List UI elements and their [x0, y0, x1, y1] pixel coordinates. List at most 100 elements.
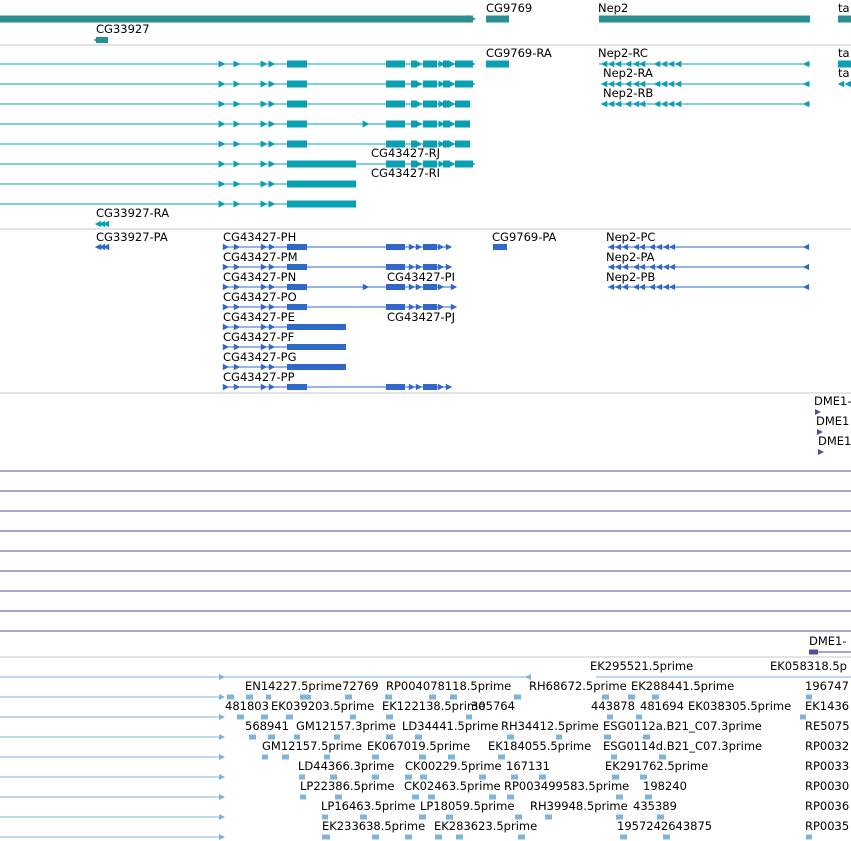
alignment-block [809, 649, 818, 655]
est-block [435, 834, 442, 840]
exon-block [386, 120, 405, 128]
strand-arrow [448, 60, 456, 68]
feature-label: 167131 [506, 759, 550, 773]
feature-label: RE5075 [805, 719, 850, 733]
strand-arrow [218, 120, 226, 128]
strand-arrow [655, 283, 663, 291]
exon-block [423, 100, 437, 108]
exon-block [287, 100, 307, 108]
exon-block [287, 60, 307, 68]
strand-arrow [415, 383, 423, 391]
feature-label: RP003499583.5prime [504, 779, 629, 793]
feature-label: ta [838, 1, 850, 15]
strand-arrow [260, 60, 268, 68]
strand-arrow [632, 283, 640, 291]
strand-arrow [844, 80, 851, 88]
strand-arrow [408, 383, 416, 391]
feature-label: 1957242643875 [617, 819, 712, 833]
feature-label: 481694 [640, 699, 684, 713]
feature-label: RH34412.5prime [501, 719, 599, 733]
feature-label: RH39948.5prime [530, 799, 628, 813]
feature-label: CG43427-PP [223, 370, 295, 384]
feature-label: DME1- [814, 394, 851, 408]
strand-arrow [660, 100, 668, 108]
est-block [405, 834, 412, 840]
feature-label: CG43427-PO [223, 290, 297, 304]
strand-arrow [268, 100, 276, 108]
strand-arrow [260, 140, 268, 148]
strand-arrow [415, 80, 423, 88]
exon-block [423, 80, 437, 88]
exon-block [423, 120, 437, 128]
gene-track: CG9769 Nep2 ta CG33927 [0, 1, 851, 44]
exon-block [287, 80, 307, 88]
feature-label: EK288441.5prime [631, 679, 734, 693]
strand-arrow [362, 283, 370, 291]
feature-label: 568941 [245, 719, 289, 733]
strand-arrow [445, 243, 453, 251]
feature-label: CG43427-PG [223, 350, 297, 364]
strand-arrow [415, 120, 423, 128]
strand-arrow [233, 160, 241, 168]
feature-label: 305764 [471, 699, 515, 713]
strand-arrow [218, 80, 226, 88]
strand-arrow [802, 60, 810, 68]
feature-label: ESG0114d.B21_C07.3prime [603, 739, 762, 753]
exon-block [287, 180, 356, 188]
strand-arrow [638, 100, 646, 108]
feature-label: ta [838, 46, 850, 60]
feature-label: CG43427-RJ [371, 146, 440, 160]
strand-arrow [260, 80, 268, 88]
strand-arrow [268, 200, 276, 208]
strand-arrow [260, 100, 268, 108]
strand-arrow [233, 200, 241, 208]
strand-arrow [674, 100, 682, 108]
strand-arrow [837, 80, 845, 88]
feature-label: CG43427-PI [387, 270, 455, 284]
feature-label: 435389 [633, 799, 677, 813]
feature-label: Nep2-PC [606, 230, 655, 244]
feature-label: CG9769-PA [492, 230, 557, 244]
feature-label: RP0032 [805, 739, 849, 753]
feature-label: CG33927-PA [96, 230, 168, 244]
est-block [545, 814, 552, 820]
feature-label: EK122138.5prime [382, 699, 485, 713]
est-block [237, 714, 244, 720]
est-block [620, 834, 627, 840]
exon-block [386, 60, 405, 68]
feature-label: Nep2-RC [598, 46, 648, 60]
alignment-track: DME1- DME1 DME1 DME1- [0, 394, 851, 655]
strand-arrow [362, 120, 370, 128]
strand-arrow [218, 160, 226, 168]
strand-arrow [219, 814, 225, 820]
strand-arrow [415, 60, 423, 68]
exon-block [493, 244, 507, 250]
feature-label: CG43427-PM [223, 250, 298, 264]
strand-arrow [415, 243, 423, 251]
strand-arrow [437, 243, 445, 251]
exon-block [386, 80, 405, 88]
strand-arrow [219, 754, 225, 760]
strand-arrow [219, 834, 225, 840]
strand-arrow [219, 734, 225, 740]
feature-label: CG43427-PJ [387, 310, 455, 324]
strand-arrow [260, 120, 268, 128]
est-block [322, 834, 330, 840]
feature-label: EK058318.5p [770, 659, 847, 673]
strand-arrow [219, 794, 225, 800]
strand-arrow [653, 100, 661, 108]
exon-block [423, 384, 437, 390]
strand-arrow [448, 100, 456, 108]
strand-arrow [448, 80, 456, 88]
strand-arrow [268, 120, 276, 128]
strand-arrow [415, 283, 423, 291]
feature-label: CK02463.5prime [404, 779, 501, 793]
feature-label: GM12157.5prime [262, 739, 362, 753]
feature-label: Nep2-PA [606, 250, 655, 264]
strand-arrow [445, 383, 453, 391]
exon-block [455, 120, 470, 128]
feature-label: EK184055.5prime [488, 739, 591, 753]
strand-arrow [802, 243, 810, 251]
cds-track: CG33927-PA CG43427-PH CG9769-PA Nep2-PC CG43… [94, 230, 810, 391]
strand-arrow [448, 120, 456, 128]
